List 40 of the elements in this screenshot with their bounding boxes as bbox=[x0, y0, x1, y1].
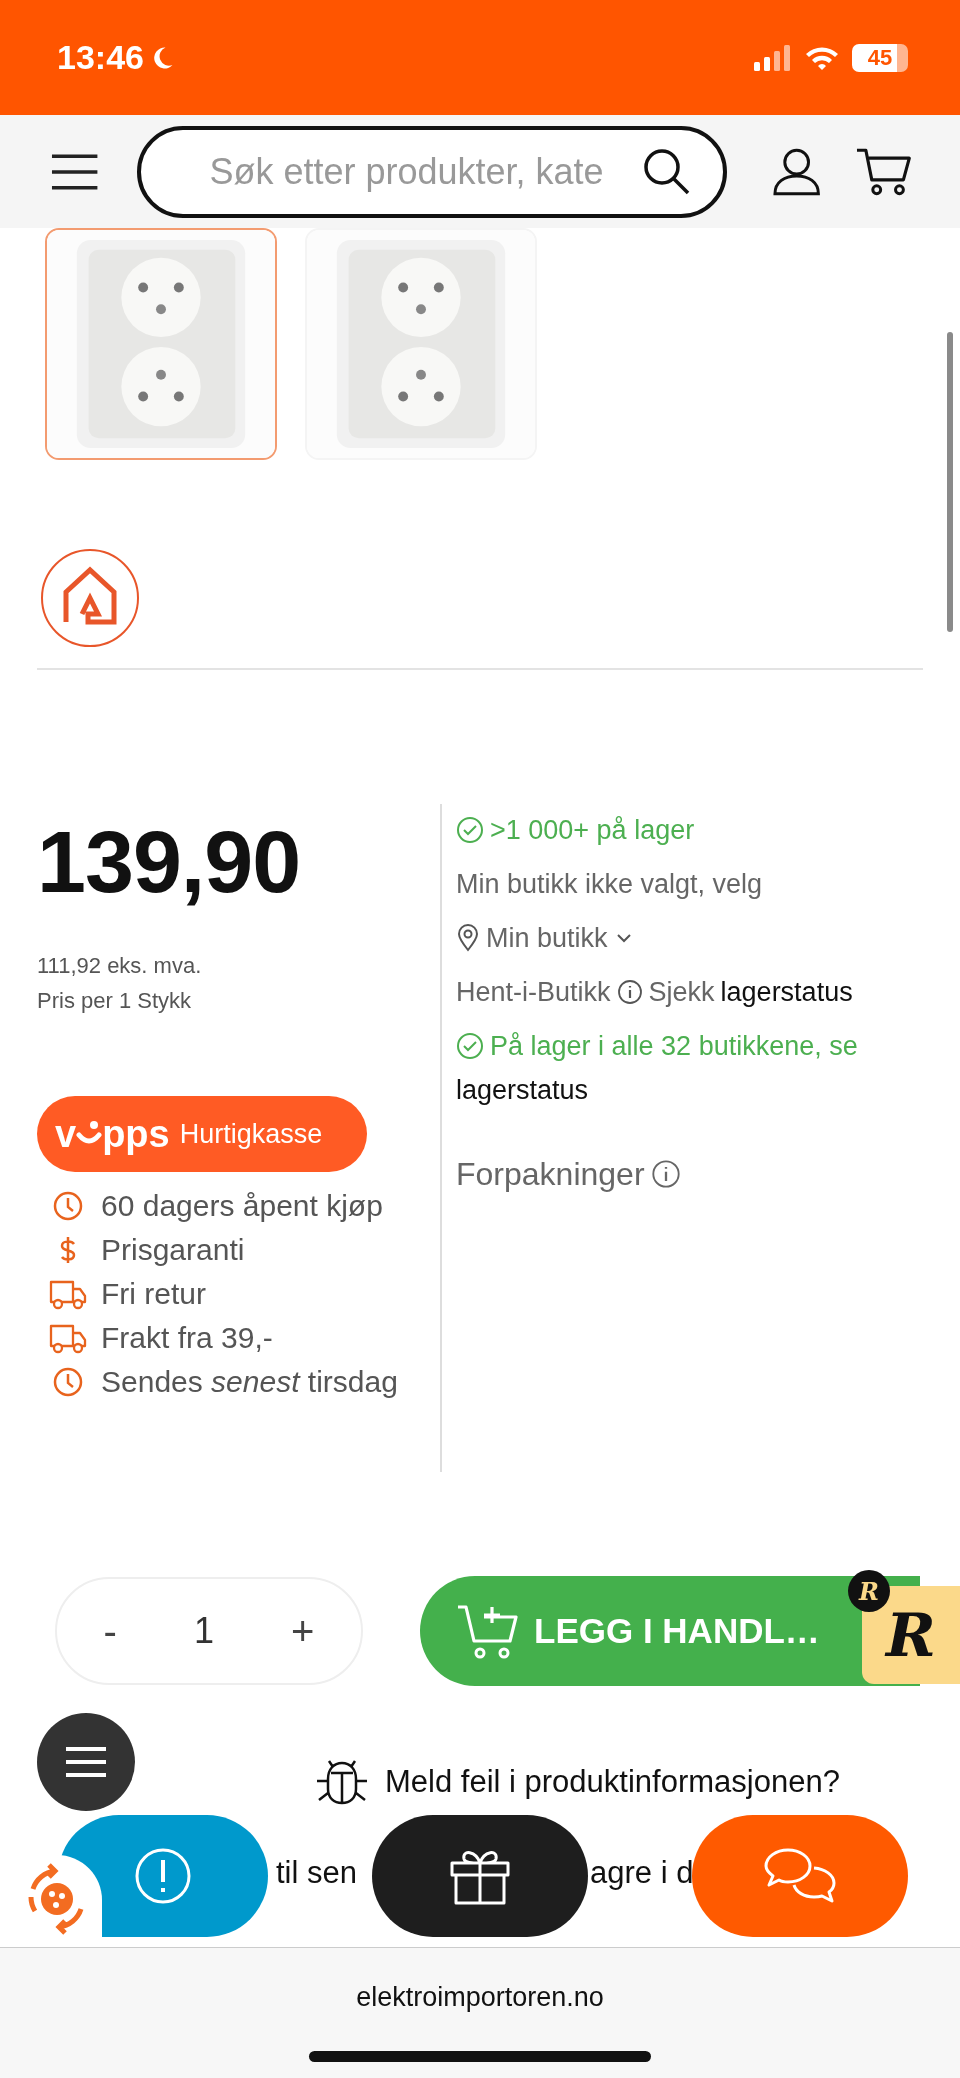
house-logo-icon bbox=[40, 548, 140, 648]
search-bar[interactable]: Søk etter produkter, kate bbox=[137, 125, 728, 218]
covered-text: agre i d bbox=[590, 1855, 694, 1891]
exclamation-icon bbox=[133, 1846, 193, 1906]
store-note: Min butikk ikke valgt, velg bbox=[456, 867, 764, 901]
increase-button[interactable]: + bbox=[275, 1608, 331, 1654]
check-circle-icon bbox=[456, 1032, 484, 1060]
info-icon[interactable] bbox=[650, 1159, 681, 1189]
price-ex-vat: 111,92 eks. mva. bbox=[37, 952, 203, 980]
perk-text: Fri retur bbox=[101, 1277, 206, 1311]
search-input[interactable]: Søk etter produkter, kate bbox=[207, 149, 642, 194]
stock-status: >1 000+ på lager bbox=[490, 814, 695, 846]
truck-icon bbox=[49, 1322, 87, 1354]
check-label: Sjekk bbox=[648, 976, 715, 1008]
product-price: 139,90 bbox=[37, 818, 302, 906]
info-icon[interactable] bbox=[616, 979, 643, 1005]
perk-text: Sendes senest tirsdag bbox=[101, 1365, 398, 1399]
store-selector[interactable]: Min butikk bbox=[456, 916, 634, 960]
quantity-value: 1 bbox=[193, 1610, 214, 1652]
menu-icon[interactable] bbox=[50, 151, 100, 192]
store-stock-status: På lager i alle 32 butikkene, se bbox=[490, 1030, 858, 1062]
url-bar-address[interactable]: elektroimportoren.no bbox=[356, 1982, 604, 2013]
status-time: 13:46 bbox=[57, 38, 144, 77]
battery-icon: 45 bbox=[852, 43, 908, 72]
check-circle-icon bbox=[456, 816, 484, 844]
stock-status-link[interactable]: lagerstatus bbox=[456, 1068, 960, 1112]
stock-status-link[interactable]: lagerstatus bbox=[720, 976, 853, 1008]
pickup-label: Hent-i-Butikk bbox=[456, 976, 611, 1008]
packaging-label: Forpakninger bbox=[456, 1155, 645, 1193]
perk-text: Frakt fra 39,- bbox=[101, 1321, 273, 1355]
perk-text: 60 dagers åpent kjøp bbox=[101, 1189, 383, 1223]
covered-text: til sen bbox=[276, 1855, 357, 1891]
perk-text: Prisgaranti bbox=[101, 1233, 245, 1267]
decrease-button[interactable]: - bbox=[87, 1608, 133, 1654]
location-pin-icon bbox=[456, 924, 480, 952]
truck-icon bbox=[49, 1278, 87, 1310]
signal-icon bbox=[754, 44, 792, 71]
menu-icon bbox=[64, 1745, 108, 1779]
price-unit: Pris per 1 Stykk bbox=[37, 987, 193, 1015]
report-error-link[interactable]: Meld feil i produktinformasjonen? bbox=[385, 1764, 840, 1800]
